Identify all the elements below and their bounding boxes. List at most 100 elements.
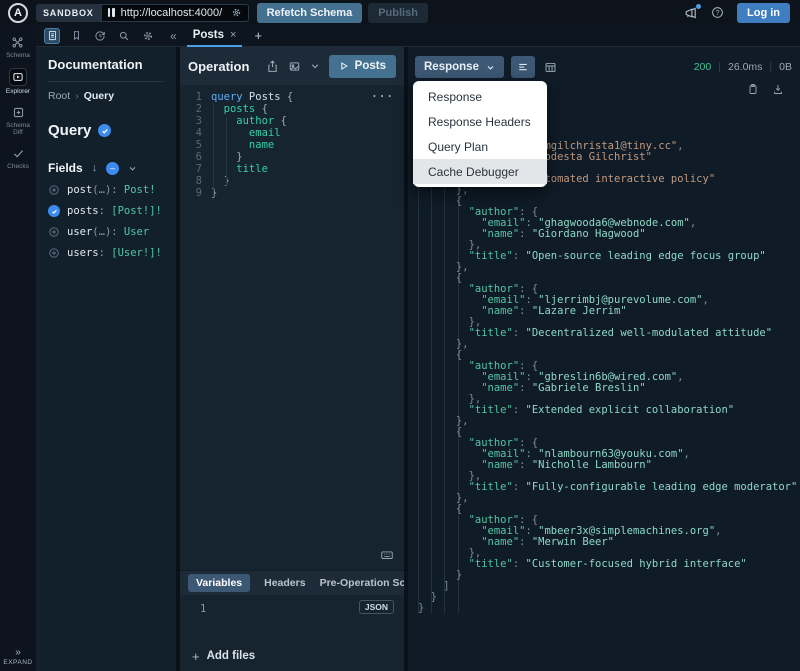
field-checked-icon[interactable]	[48, 205, 60, 217]
sidebar-item-checks[interactable]: Checks	[7, 145, 29, 170]
json-line: "title": "Customer-focused hybrid interf…	[468, 558, 747, 570]
fields-heading: Fields	[48, 161, 83, 175]
variables-gutter-line: 1	[200, 603, 207, 615]
editor-tab-pre-operation-script[interactable]: Pre-Operation Script	[320, 577, 404, 589]
json-line: "title": "Fully-configurable leading edg…	[468, 481, 798, 493]
menu-item-response-headers[interactable]: Response Headers	[413, 109, 547, 134]
field-row-users[interactable]: users: [User!]!	[48, 247, 164, 259]
endpoint-settings-gear-icon[interactable]	[231, 7, 242, 18]
field-row-posts[interactable]: posts: [Post!]!	[48, 205, 164, 217]
help-icon[interactable]: ?	[711, 6, 724, 19]
json-line: }	[418, 602, 425, 614]
response-view-selector[interactable]: Response	[415, 56, 504, 78]
left-nav-rail: Schema Explorer Schema Diff Checks » EXP…	[0, 25, 36, 671]
editor-tab-variables[interactable]: Variables	[188, 574, 251, 592]
operation-editor[interactable]: 1 query Posts {2 posts {3 author {4 email…	[180, 85, 404, 570]
filter-minus-icon[interactable]: –	[106, 161, 120, 175]
endpoint-url-value: http://localhost:4000/	[120, 6, 223, 19]
status-code: 200	[693, 61, 712, 73]
add-files-button[interactable]: + Add files	[180, 641, 404, 671]
field-add-icon[interactable]	[48, 184, 60, 196]
publish-button[interactable]: Publish	[368, 2, 428, 23]
kebab-menu-icon[interactable]: ···	[371, 91, 394, 103]
editor-tab-headers[interactable]: Headers	[264, 577, 305, 589]
json-line: }	[418, 569, 463, 581]
checkmark-icon	[10, 145, 26, 161]
json-mode-badge[interactable]: JSON	[358, 600, 394, 614]
explorer-icon	[9, 68, 27, 86]
chevron-right-icon: ›	[75, 90, 79, 102]
collapse-panel-icon[interactable]: «	[170, 29, 177, 43]
expand-sidebar-button[interactable]: » EXPAND	[3, 647, 32, 667]
chevron-down-icon	[487, 65, 494, 70]
schema-diff-icon	[10, 104, 26, 120]
status-time: 26.0ms	[727, 61, 763, 73]
pause-polling-icon[interactable]	[107, 8, 115, 17]
menu-item-cache-debugger[interactable]: Cache Debugger	[413, 159, 547, 184]
documentation-panel: Documentation Root › Query Query Fields …	[36, 47, 176, 671]
settings-gear-icon[interactable]	[140, 28, 156, 44]
status-size: 0B	[779, 61, 792, 73]
document-icon[interactable]	[44, 27, 60, 44]
sidebar-item-explorer[interactable]: Explorer	[6, 68, 30, 95]
json-line: "title": "Extended explicit collaboratio…	[468, 404, 735, 416]
new-tab-button[interactable]: +	[254, 28, 262, 43]
fields-list: post(…): Post! posts: [Post!]! user(…): Us…	[48, 184, 164, 259]
breadcrumb: Root › Query	[48, 90, 164, 102]
response-header: Response 200 | 26.0ms | 0B	[408, 47, 800, 78]
keyboard-shortcuts-icon[interactable]	[380, 548, 394, 562]
json-line: ]	[418, 580, 450, 592]
json-line: },	[418, 415, 469, 427]
refetch-schema-button[interactable]: Refetch Schema	[256, 2, 363, 23]
editor-tabs: VariablesHeadersPre-Operation ScriptPost…	[180, 570, 404, 595]
json-line: "title": "Decentralized well-modulated a…	[468, 327, 773, 339]
explorer-toolbar: « Posts × +	[36, 25, 800, 47]
bookmark-icon[interactable]	[68, 28, 84, 44]
format-response-icon[interactable]	[510, 56, 535, 78]
history-icon[interactable]	[92, 28, 108, 44]
schema-graph-icon	[10, 34, 26, 50]
chevron-down-icon[interactable]	[310, 61, 320, 71]
run-operation-button[interactable]: Posts	[328, 54, 396, 78]
menu-item-response[interactable]: Response	[413, 84, 547, 109]
field-add-icon[interactable]	[48, 247, 60, 259]
response-view-menu: Response Response Headers Query Plan Cache …	[413, 81, 547, 187]
operation-header: Operation Posts	[180, 47, 404, 85]
documentation-title: Documentation	[48, 57, 143, 72]
json-line: },	[418, 492, 469, 504]
sandbox-env-badge: SANDBOX	[36, 3, 101, 22]
json-line: },	[418, 338, 469, 350]
breadcrumb-root[interactable]: Root	[48, 90, 70, 102]
apollo-logo[interactable]: A	[0, 2, 36, 23]
chevrons-right-icon: »	[15, 647, 21, 658]
close-tab-icon[interactable]: ×	[230, 29, 236, 41]
type-title: Query	[48, 122, 92, 139]
operation-panel: Operation Posts 1 query Posts {2 posts …	[180, 47, 404, 671]
apollo-sandbox-app: A SANDBOX http://localhost:4000/ Refetch…	[0, 0, 800, 671]
type-selected-check-icon[interactable]	[98, 124, 112, 137]
json-line: },	[418, 261, 469, 273]
endpoint-url-input[interactable]: http://localhost:4000/	[100, 3, 249, 22]
table-view-icon[interactable]	[544, 61, 557, 74]
announcements-megaphone-icon[interactable]	[684, 3, 701, 20]
field-row-post[interactable]: post(…): Post!	[48, 184, 164, 196]
sort-icon[interactable]: ↓	[92, 162, 98, 174]
json-line: }	[418, 591, 437, 603]
chevron-down-icon[interactable]	[128, 164, 137, 173]
share-operation-icon[interactable]	[266, 59, 279, 73]
save-operation-icon[interactable]	[288, 60, 301, 73]
operation-title: Operation	[188, 58, 250, 74]
svg-text:?: ?	[716, 10, 720, 17]
sidebar-item-schema-diff[interactable]: Schema Diff	[3, 104, 33, 136]
field-row-user[interactable]: user(…): User	[48, 226, 164, 238]
search-icon[interactable]	[116, 28, 132, 44]
top-bar: A SANDBOX http://localhost:4000/ Refetch…	[0, 0, 800, 25]
tab-posts[interactable]: Posts ×	[186, 25, 243, 47]
login-button[interactable]: Log in	[737, 2, 790, 23]
menu-item-query-plan[interactable]: Query Plan	[413, 134, 547, 159]
sidebar-item-schema[interactable]: Schema	[6, 34, 30, 59]
plus-icon: +	[192, 648, 200, 664]
variables-editor[interactable]: 1 JSON	[180, 595, 404, 641]
breadcrumb-current[interactable]: Query	[84, 90, 114, 102]
field-add-icon[interactable]	[48, 226, 60, 238]
